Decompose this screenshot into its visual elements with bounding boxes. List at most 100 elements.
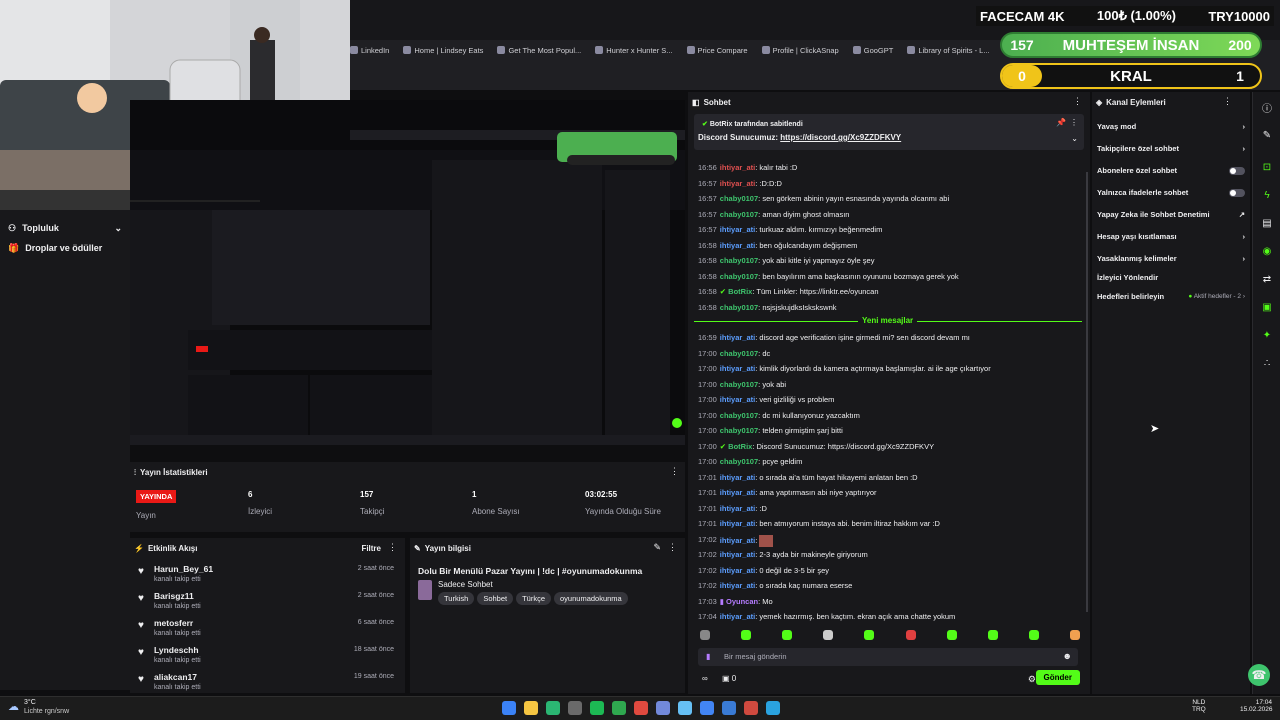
activity-item[interactable]: ♥ metosferr kanalı takip etti 6 saat önce [138, 618, 400, 644]
emote-icon[interactable] [864, 630, 875, 640]
chat-message[interactable]: 17:00 chaby0107: pcye geldim [698, 457, 802, 466]
message-username[interactable]: Oyuncan [726, 597, 758, 606]
message-username[interactable]: chaby0107 [720, 272, 758, 281]
activity-item[interactable]: ♥ Lyndeschh kanalı takip etti 18 saat önce [138, 645, 400, 671]
more-options-icon[interactable]: ⋮ [1070, 118, 1078, 127]
tag-chip[interactable]: Sohbet [477, 592, 514, 605]
bookmark-item[interactable]: Home | Lindsey Eats [403, 46, 483, 55]
chat-input[interactable]: ▮ Bir mesaj gönderin ☻ [698, 648, 1078, 666]
activity-item[interactable]: ♥ Harun_Bey_61 kanalı takip etti 2 saat önc… [138, 564, 400, 590]
more-options-icon[interactable]: ⋮ [668, 542, 677, 553]
message-username[interactable]: ihtiyar_ati [720, 488, 755, 497]
activity-user[interactable]: metosferr [154, 618, 193, 628]
bookmark-item[interactable]: Hunter x Hunter S... [595, 46, 673, 55]
chat-message[interactable]: 16:57 chaby0107: aman diyim ghost olmasın [698, 210, 849, 219]
taskbar-app-icon[interactable] [634, 701, 648, 715]
weather-temp[interactable]: 3°C [24, 699, 36, 706]
chat-message[interactable]: 17:04 ihtiyar_ati: yemek hazırmış. ben ka… [698, 612, 955, 621]
chat-message[interactable]: 17:02 ihtiyar_ati: [698, 534, 774, 547]
infinity-icon[interactable]: ∞ [702, 674, 708, 683]
tag-chip[interactable]: oyunumadokunma [554, 592, 628, 605]
channel-action-item[interactable]: İzleyici Yönlendir [1097, 273, 1245, 282]
chat-message[interactable]: 17:02 ihtiyar_ati: o sırada kaç numara es… [698, 581, 852, 590]
emote-icon[interactable] [905, 630, 916, 640]
chat-bubble-icon[interactable]: ◉ [1259, 246, 1275, 262]
tag-chip[interactable]: Türkçe [516, 592, 552, 605]
more-options-icon[interactable]: ⋮ [1223, 96, 1232, 107]
message-username[interactable]: ihtiyar_ati [720, 179, 755, 188]
chat-scrollbar[interactable] [1086, 172, 1088, 612]
chat-message[interactable]: 17:00 chaby0107: dc mi kullanıyonuz yazca… [698, 411, 860, 420]
stream-preview[interactable] [130, 100, 685, 445]
message-username[interactable]: ihtiyar_ati [720, 566, 755, 575]
chat-message[interactable]: 16:59 ihtiyar_ati: discord age verificati… [698, 333, 970, 342]
system-clock[interactable]: 17:04 15.02.2026 [1240, 699, 1273, 713]
weather-desc[interactable]: Lichte rgn/snw [24, 708, 69, 715]
message-username[interactable]: ihtiyar_ati [720, 163, 755, 172]
pinned-link[interactable]: https://discord.gg/Xc9ZZDFKVY [780, 133, 901, 142]
chat-message[interactable]: 16:58 ihtiyar_ati: ben oğulcandayım değiş… [698, 241, 857, 250]
filter-button[interactable]: Filtre [361, 544, 381, 553]
box-icon[interactable]: ▣ [1259, 302, 1275, 318]
more-options-icon[interactable]: ⋮ [388, 542, 397, 553]
message-username[interactable]: chaby0107 [720, 380, 758, 389]
taskbar-app-icon[interactable] [568, 701, 582, 715]
send-button[interactable]: Gönder [1035, 670, 1080, 685]
toggle-switch[interactable] [1229, 188, 1245, 197]
category-name[interactable]: Sadece Sohbet [438, 580, 493, 589]
info-icon[interactable]: ⓘ [1259, 100, 1275, 116]
taskbar-app-icon[interactable] [722, 701, 736, 715]
activity-user[interactable]: aliakcan17 [154, 672, 197, 682]
taskbar-app-icon[interactable] [524, 701, 538, 715]
channel-action-item[interactable]: Yasaklanmış kelimeler › [1097, 254, 1245, 263]
taskbar-app-icon[interactable] [546, 701, 560, 715]
bookmark-item[interactable]: Get The Most Popul... [497, 46, 581, 55]
emote-icon[interactable] [987, 630, 998, 640]
message-username[interactable]: BotRix [728, 287, 752, 296]
chevron-down-icon[interactable]: ⌄ [1071, 134, 1078, 143]
pen-icon[interactable]: ✎ [1259, 130, 1275, 146]
activity-item[interactable]: ♥ Barisgz11 kanalı takip etti 2 saat önce [138, 591, 400, 617]
emote-icon[interactable] [741, 630, 752, 640]
chat-message[interactable]: 17:02 ihtiyar_ati: 0 değil de 3-5 bir şey [698, 566, 829, 575]
chat-message[interactable]: 16:57 ihtiyar_ati: turkuaz aldım. kırmızı… [698, 225, 882, 234]
nodes-icon[interactable]: ∴ [1259, 358, 1275, 374]
screen-icon[interactable]: ⊡ [1259, 162, 1275, 178]
chat-message[interactable]: 16:57 ihtiyar_ati: :D:D:D [698, 179, 782, 188]
chat-message[interactable]: 17:00 chaby0107: dc [698, 349, 770, 358]
emote-icon[interactable] [700, 630, 710, 640]
message-username[interactable]: ihtiyar_ati [720, 241, 755, 250]
pin-icon[interactable]: 📌 [1056, 118, 1066, 127]
channel-action-item[interactable]: Abonelere özel sohbet [1097, 166, 1245, 175]
bolt-icon[interactable]: ϟ [1259, 190, 1275, 206]
message-username[interactable]: chaby0107 [720, 303, 758, 312]
chat-message[interactable]: 17:00 chaby0107: telden girmiştim şarj bi… [698, 426, 843, 435]
message-username[interactable]: ihtiyar_ati [720, 333, 755, 342]
chat-message[interactable]: 17:00 ihtiyar_ati: veri gizliliği vs prob… [698, 395, 834, 404]
taskbar-app-icon[interactable] [590, 701, 604, 715]
message-username[interactable]: ihtiyar_ati [720, 504, 755, 513]
pinned-message[interactable]: ✔ BotRix tarafından sabitlendi Discord S… [694, 114, 1084, 150]
channel-action-item[interactable]: Takipçilere özel sohbet › [1097, 144, 1245, 153]
message-username[interactable]: ihtiyar_ati [720, 473, 755, 482]
emote-icon[interactable] [823, 630, 834, 640]
bookmark-item[interactable]: Profile | ClickASnap [761, 46, 839, 55]
emote-icon[interactable] [946, 630, 957, 640]
taskbar-app-icon[interactable] [502, 701, 516, 715]
taskbar-app-icon[interactable] [766, 701, 780, 715]
message-username[interactable]: ihtiyar_ati [720, 519, 755, 528]
chat-message[interactable]: 17:01 ihtiyar_ati: ama yaptırmasın abi ni… [698, 488, 877, 497]
taskbar-app-icon[interactable] [656, 701, 670, 715]
taskbar-app-icon[interactable] [612, 701, 626, 715]
taskbar-app-icon[interactable] [700, 701, 714, 715]
emote-icon[interactable] [1028, 630, 1039, 640]
support-chat-icon[interactable]: ☎ [1248, 664, 1270, 686]
activity-user[interactable]: Harun_Bey_61 [154, 564, 213, 574]
activity-user[interactable]: Barisgz11 [154, 591, 194, 601]
chat-message[interactable]: 16:56 ihtiyar_ati: kalır tabi :D [698, 163, 797, 172]
channel-action-item[interactable]: Hesap yaşı kısıtlaması › [1097, 232, 1245, 241]
message-username[interactable]: chaby0107 [720, 349, 758, 358]
chat-message[interactable]: 17:02 ihtiyar_ati: 2-3 ayda bir makineyle… [698, 550, 868, 559]
message-username[interactable]: chaby0107 [720, 194, 758, 203]
chat-message[interactable]: 16:58 chaby0107: ben bayılırım ama başkas… [698, 272, 959, 281]
